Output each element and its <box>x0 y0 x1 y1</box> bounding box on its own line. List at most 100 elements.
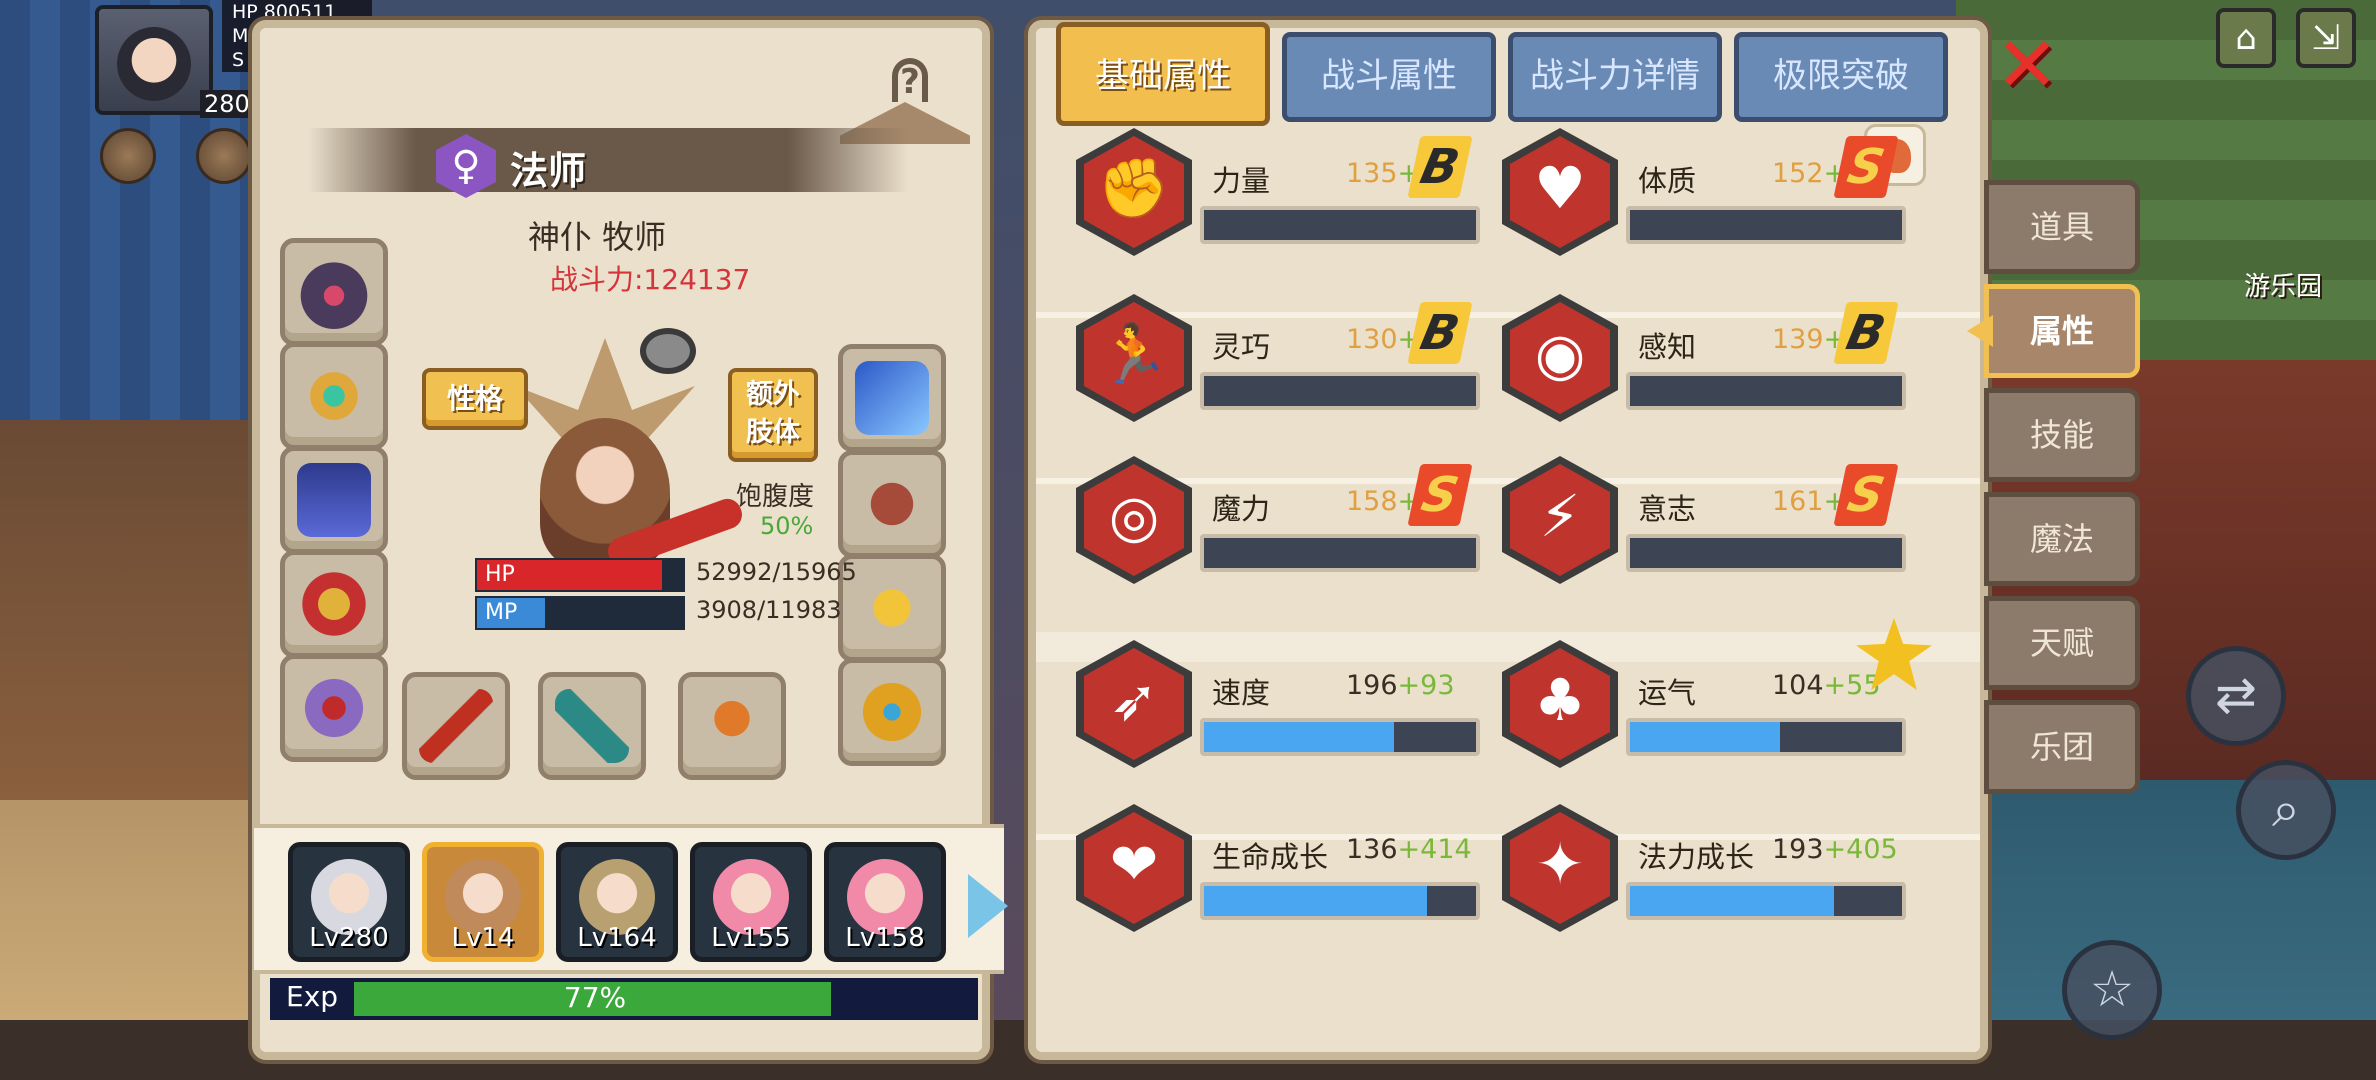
roster-portrait[interactable]: Lv14 <box>422 842 544 962</box>
cloak-slot[interactable] <box>280 446 388 554</box>
runner-icon-glyph: 🏃 <box>1097 320 1171 388</box>
stat-base: 196 <box>1346 670 1398 701</box>
stat-bar <box>1200 882 1480 920</box>
stat-bonus: +55 <box>1823 670 1881 701</box>
stat-name: 意志 <box>1638 492 1697 526</box>
side-menu-item[interactable]: 技能 <box>1984 388 2140 482</box>
rank-badge-icon[interactable] <box>196 128 252 184</box>
eye-icon-glyph: ◉ <box>1534 320 1586 388</box>
stat-value: 193+405 <box>1772 834 1898 865</box>
ring-slot[interactable] <box>280 654 388 762</box>
satiety-label: 饱腹度 <box>736 482 815 512</box>
stat-row[interactable]: ✊力量135+30B <box>1076 128 1496 258</box>
satiety-value: 50% <box>760 512 814 540</box>
portrait-level: Lv14 <box>451 923 515 953</box>
exp-bar: Exp 77% <box>270 978 978 1020</box>
amulet-slot[interactable] <box>280 342 388 450</box>
boots-slot[interactable] <box>838 344 946 452</box>
accessory-slot[interactable] <box>678 672 786 780</box>
helmet-slot[interactable] <box>280 238 388 346</box>
tab-0[interactable]: 基础属性 <box>1056 22 1270 126</box>
close-button[interactable]: ✕ <box>1992 27 2062 103</box>
stat-bar <box>1200 206 1480 244</box>
side-menu-item[interactable]: 魔法 <box>1984 492 2140 586</box>
side-menu-item[interactable]: 道具 <box>1984 180 2140 274</box>
combat-power: 战斗力:124137 <box>550 263 751 296</box>
stat-grade-badge: S <box>1407 464 1473 526</box>
zoom-icon[interactable]: ⌕ <box>2236 760 2336 860</box>
mp-text: 3908/11983 <box>696 596 842 624</box>
roster-next-arrow-icon[interactable] <box>968 874 1008 938</box>
extra-limb-label: 额外 肢体 <box>746 379 800 448</box>
stat-row[interactable]: 🏃灵巧130+70B <box>1076 294 1496 424</box>
swap-icon[interactable]: ⇄ <box>2186 646 2286 746</box>
class-banner <box>308 128 908 192</box>
armor-slot[interactable] <box>280 550 388 658</box>
stat-base: 152 <box>1772 158 1824 189</box>
roster-portrait[interactable]: Lv155 <box>690 842 812 962</box>
stat-grade-badge: B <box>1833 302 1899 364</box>
stat-row[interactable]: ❤ 生命成长 136+414 <box>1076 804 1496 934</box>
stat-row[interactable]: ♥体质152+57S <box>1502 128 1922 258</box>
ring-buff-icon[interactable] <box>640 328 696 374</box>
stat-bar <box>1626 372 1906 410</box>
stat-bar <box>1200 534 1480 572</box>
stat-row[interactable]: ◉感知139+81B <box>1502 294 1922 424</box>
weapon-slot[interactable] <box>402 672 510 780</box>
portrait-level: Lv280 <box>309 923 389 953</box>
roster-portrait[interactable]: Lv164 <box>556 842 678 962</box>
armor-icon <box>297 567 371 641</box>
stat-row[interactable]: ◎魔力158+12S <box>1076 456 1496 586</box>
class-name: 法师 <box>510 149 587 193</box>
staff-icon <box>419 689 493 763</box>
tab-2[interactable]: 战斗力详情 <box>1508 32 1722 122</box>
offhand-slot[interactable] <box>538 672 646 780</box>
party-roster: Lv158 Lv155 Lv164 Lv14 Lv280 <box>254 824 1008 974</box>
stat-bar <box>1626 534 1906 572</box>
stat-row[interactable]: ♣ 运气 104+55 <box>1502 640 1922 770</box>
attribute-tabs: 基础属性 战斗属性 战斗力详情 极限突破 <box>1056 22 1976 132</box>
roster-portrait[interactable]: Lv158 <box>824 842 946 962</box>
body-heart-icon-glyph: ♥ <box>1534 154 1586 222</box>
ring2-slot[interactable] <box>838 658 946 766</box>
stat-name: 魔力 <box>1212 492 1271 526</box>
roster-portrait[interactable]: Lv280 <box>288 842 410 962</box>
side-menu-item[interactable]: 乐团 <box>1984 700 2140 794</box>
extra-limb-button[interactable]: 额外 肢体 <box>728 368 818 462</box>
guild-badge-icon[interactable] <box>100 128 156 184</box>
side-menu-item[interactable]: 属性 <box>1984 284 2140 378</box>
belt-icon <box>855 467 929 541</box>
stat-bonus: +414 <box>1397 834 1472 865</box>
tab-1[interactable]: 战斗属性 <box>1282 32 1496 122</box>
key-icon <box>855 571 929 645</box>
belt-slot[interactable] <box>838 450 946 558</box>
stat-row[interactable]: ⚡意志161+89S <box>1502 456 1922 586</box>
cloak-icon <box>297 463 371 537</box>
character-panel: ? ♀ 法师 神仆 牧师 战斗力:124137 性格 额外 肢体 饱腹度 50% … <box>252 20 1008 1060</box>
personality-button[interactable]: 性格 <box>422 368 528 430</box>
stat-name: 体质 <box>1638 164 1697 198</box>
network-icon[interactable]: ⌂ <box>2216 8 2276 68</box>
head-bolt-icon-glyph: ⚡ <box>1539 482 1581 550</box>
side-menu-item[interactable]: 天赋 <box>1984 596 2140 690</box>
stat-row[interactable]: ➶ 速度 196+93 <box>1076 640 1496 770</box>
tab-3[interactable]: 极限突破 <box>1734 32 1948 122</box>
amulet-icon <box>297 359 371 433</box>
stat-bar <box>1200 718 1480 756</box>
stat-name: 力量 <box>1212 164 1271 198</box>
stat-name: 感知 <box>1638 330 1697 364</box>
hp-text: 52992/15965 <box>696 558 857 586</box>
favorite-star-icon[interactable]: ☆ <box>2062 940 2162 1040</box>
stat-grade-badge: B <box>1407 302 1473 364</box>
stat-base: 130 <box>1346 324 1398 355</box>
stat-row[interactable]: ✦ 法力成长 193+405 <box>1502 804 1922 934</box>
stat-bonus: +405 <box>1823 834 1898 865</box>
hp-bar: HP <box>475 558 685 592</box>
stat-name: 法力成长 <box>1638 840 1755 874</box>
ring-icon <box>297 671 371 745</box>
mana-growth-icon-glyph: ✦ <box>1535 830 1585 898</box>
attributes-panel: 基础属性战斗属性战斗力详情极限突破 ✊力量135+30B♥体质152+57S🏃灵… <box>1028 20 1988 1060</box>
exit-icon[interactable]: ⇲ <box>2296 8 2356 68</box>
stat-bar <box>1626 206 1906 244</box>
player-avatar[interactable] <box>95 5 213 115</box>
